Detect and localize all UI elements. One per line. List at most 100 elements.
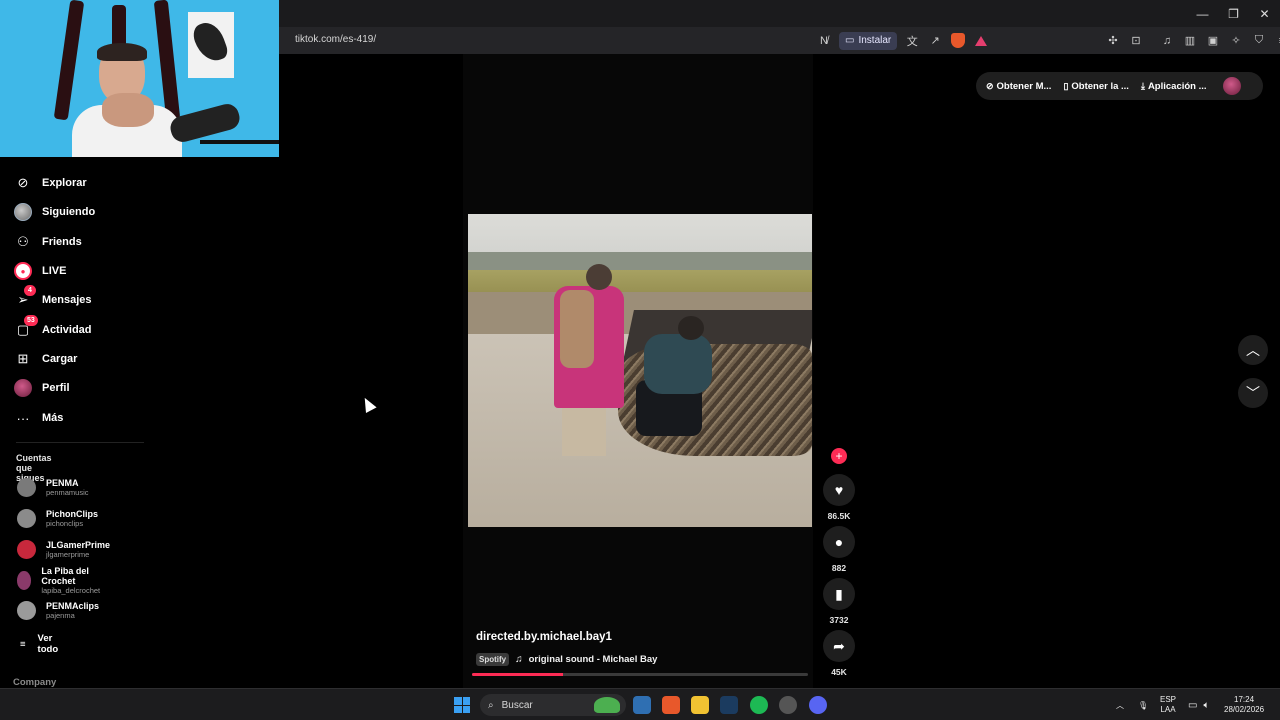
avatar: [17, 600, 36, 620]
sidebar-item-cargar[interactable]: ⊞ Cargar: [14, 348, 78, 370]
video-author[interactable]: directed.by.michael.bay1: [476, 631, 612, 643]
list-icon: ≡: [20, 638, 26, 650]
followed-account[interactable]: JLGamerPrime jlgamerprime: [17, 537, 110, 561]
microphone-icon[interactable]: 🎙︎: [1138, 689, 1148, 720]
following-avatar-icon: [14, 203, 32, 221]
brave-app-icon[interactable]: [662, 696, 680, 714]
comment-icon: ●: [834, 534, 844, 550]
restore-button[interactable]: ❐: [1218, 0, 1249, 27]
save-button[interactable]: ▮: [823, 578, 855, 610]
reader-mode-icon[interactable]: N̸: [816, 33, 832, 49]
followed-account[interactable]: PENMAclips pajenma: [17, 598, 99, 622]
taskview-app-icon[interactable]: [633, 696, 651, 714]
followed-account[interactable]: PichonClips pichonclips: [17, 506, 98, 530]
person-figure: [644, 334, 712, 394]
extensions-icon[interactable]: ✣: [1105, 33, 1121, 49]
install-button[interactable]: ▭ Instalar: [839, 31, 898, 50]
get-app-button[interactable]: ▯ Obtener la ...: [1063, 81, 1129, 92]
wall-poster: [188, 12, 234, 78]
follow-button[interactable]: +: [831, 448, 847, 464]
streamer-figure: [72, 43, 182, 157]
media-icon[interactable]: ♫: [1159, 33, 1175, 49]
clock[interactable]: 17:24 28/02/2026: [1224, 689, 1264, 720]
like-count: 86.5K: [827, 511, 851, 521]
share-count: 45K: [831, 667, 847, 677]
search-highlight-icon: [594, 697, 620, 713]
activity-badge: 53: [24, 315, 38, 326]
minimize-button[interactable]: —: [1187, 0, 1218, 27]
sidebar-divider: [16, 442, 144, 443]
sidebar-item-mas[interactable]: ··· Más: [14, 407, 64, 429]
leo-ai-icon[interactable]: ✧: [1228, 33, 1244, 49]
spotify-tag[interactable]: Spotify: [476, 653, 510, 666]
share-icon[interactable]: ↗: [927, 33, 943, 49]
sidebar-item-perfil[interactable]: Perfil: [14, 377, 70, 399]
top-actions-bar: ⊘ Obtener M... ▯ Obtener la ... ⤓ Aplica…: [976, 72, 1263, 100]
sidebar-toggle-icon[interactable]: ▥: [1182, 33, 1198, 49]
brave-rewards-icon[interactable]: [973, 33, 989, 49]
sidebar-item-explorar[interactable]: ⊘ Explorar: [14, 172, 87, 194]
like-button[interactable]: ♥: [823, 474, 855, 506]
profile-icon: [14, 379, 32, 397]
mouse-cursor: [359, 395, 377, 413]
followed-account[interactable]: La Piba del Crochet lapiba_delcrochet: [17, 566, 105, 595]
avatar: [17, 508, 36, 528]
webcam-overlay: [0, 0, 279, 157]
sidebar-item-mensajes[interactable]: ➢ 4 Mensajes: [14, 285, 92, 311]
comment-button[interactable]: ●: [823, 526, 855, 558]
close-button[interactable]: ✕: [1249, 0, 1280, 27]
messages-badge: 4: [24, 285, 36, 296]
comment-count: 882: [831, 563, 847, 573]
spotify-icon[interactable]: [750, 696, 768, 714]
progress-fill: [472, 673, 563, 676]
screenshot-icon[interactable]: ⊡: [1128, 33, 1144, 49]
friends-icon: ⚇: [17, 234, 29, 249]
windows-taskbar: ⌕ Buscar ︿ 🎙︎ ESP LAA ▭ 🔈︎ 17:24 28/02/2…: [0, 688, 1280, 720]
music-row[interactable]: Spotify ♫ original sound - Michael Bay: [476, 653, 657, 666]
next-video-button[interactable]: ﹀: [1238, 378, 1268, 408]
video-progress-bar[interactable]: [472, 673, 808, 676]
tray-expand-icon[interactable]: ︿: [1116, 689, 1124, 720]
vpn-shield-icon[interactable]: ⛉: [1251, 33, 1267, 49]
compass-icon: ⊘: [17, 175, 29, 190]
app-icon[interactable]: [779, 696, 797, 714]
url-field[interactable]: tiktok.com/es-419/: [295, 34, 376, 45]
get-coins-button[interactable]: ⊘ Obtener M...: [986, 81, 1051, 92]
system-status-icons[interactable]: ▭ 🔈︎: [1188, 689, 1209, 720]
file-explorer-icon[interactable]: [691, 696, 709, 714]
network-icon: ▭: [1188, 699, 1198, 711]
sidebar-item-live[interactable]: ● LIVE: [14, 260, 66, 282]
chevron-down-icon: ﹀: [1246, 385, 1260, 401]
translate-icon[interactable]: 文: [904, 33, 920, 49]
browser-toolbar: ✣ ⊡ ♫ ▥ ▣ ✧ ⛉ ≡: [1105, 27, 1280, 54]
followed-account[interactable]: PENMA penmamusic: [17, 475, 89, 499]
avatar: [17, 477, 36, 497]
user-avatar[interactable]: [1222, 77, 1241, 95]
video-player[interactable]: [468, 214, 812, 527]
steam-icon[interactable]: [720, 696, 738, 714]
menu-icon[interactable]: ≡: [1274, 33, 1280, 49]
wallet-icon[interactable]: ▣: [1205, 33, 1221, 49]
bookmark-icon: ▮: [835, 585, 843, 602]
address-actions: N̸ ▭ Instalar 文 ↗: [816, 27, 989, 54]
sidebar-item-actividad[interactable]: ▢ 53 Actividad: [14, 315, 92, 341]
language-indicator[interactable]: ESP LAA: [1160, 689, 1176, 720]
download-icon: ⤓: [1140, 80, 1145, 91]
desktop-app-button[interactable]: ⤓ Aplicación ...: [1141, 81, 1207, 92]
mic-arm-shape: [200, 140, 279, 144]
activity-icon: ▢ 53: [14, 315, 38, 339]
install-label: Instalar: [858, 35, 892, 46]
brave-shields-icon[interactable]: [950, 33, 966, 49]
previous-video-button[interactable]: ︿: [1238, 335, 1268, 365]
share-arrow-icon: ➦: [833, 637, 845, 654]
discord-icon[interactable]: [809, 696, 827, 714]
taskbar-search[interactable]: ⌕ Buscar: [480, 694, 626, 716]
search-icon: ⌕: [488, 699, 494, 711]
company-link[interactable]: Company: [13, 677, 56, 688]
monitor-icon: ▭: [845, 35, 855, 46]
sidebar-item-siguiendo[interactable]: Siguiendo: [14, 201, 95, 223]
share-button[interactable]: ➦: [823, 630, 855, 662]
see-all-link[interactable]: ≡ Ver todo: [20, 633, 58, 655]
start-button[interactable]: [454, 697, 470, 713]
sidebar-item-friends[interactable]: ⚇ Friends: [14, 231, 82, 253]
